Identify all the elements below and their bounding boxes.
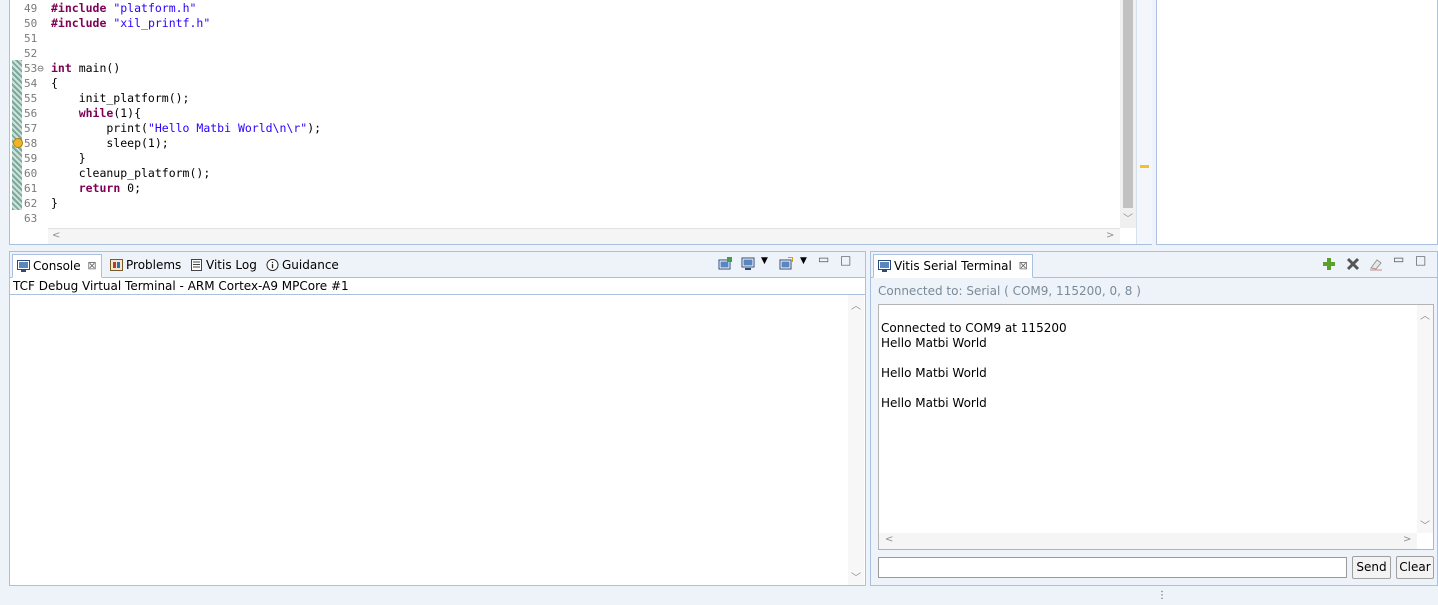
- code-line[interactable]: #include "platform.h": [51, 1, 196, 16]
- sash-grip-icon[interactable]: ⋮: [1157, 590, 1167, 601]
- line-number: 51: [24, 32, 38, 45]
- chevron-down-icon[interactable]: ▼: [761, 256, 768, 266]
- scroll-up-icon[interactable]: ︿: [1420, 307, 1430, 322]
- console-vertical-scrollbar[interactable]: ︿ ﹀: [848, 295, 864, 585]
- tab-label: Vitis Serial Terminal: [894, 259, 1012, 273]
- problems-icon: [110, 259, 123, 271]
- minimize-icon[interactable]: ▭: [1393, 252, 1404, 266]
- tab-vitis-serial-terminal[interactable]: Vitis Serial Terminal ⊠: [873, 254, 1033, 278]
- code-line[interactable]: cleanup_platform();: [51, 166, 211, 181]
- scroll-left-icon[interactable]: <: [885, 534, 893, 545]
- terminal-line: Hello Matbi World: [881, 366, 987, 380]
- code-editor[interactable]: 49 50 51 52 53⊖ 54 55 56 57 58 59 60 61 62 63 #include…: [9, 0, 1152, 245]
- status-bar: ⋮: [0, 590, 1438, 605]
- warning-icon[interactable]: [13, 138, 23, 148]
- overview-ruler[interactable]: [1136, 0, 1152, 244]
- console-panel: Console ⊠ Problems Vitis Log Guidance ▼ …: [9, 251, 866, 586]
- terminal-line: Connected to COM9 at 115200: [881, 321, 1067, 335]
- ide-window: 49 50 51 52 53⊖ 54 55 56 57 58 59 60 61 62 63 #include…: [0, 0, 1438, 605]
- line-number: 52: [24, 47, 38, 60]
- code-line[interactable]: {: [51, 76, 58, 91]
- tab-vitis-log[interactable]: Vitis Log: [186, 254, 257, 278]
- line-number: 49: [24, 2, 38, 15]
- maximize-icon[interactable]: □: [1415, 253, 1426, 267]
- line-number: 54: [24, 77, 38, 90]
- line-number: 63: [24, 212, 38, 225]
- clear-button[interactable]: Clear: [1396, 556, 1434, 579]
- code-line[interactable]: }: [51, 196, 58, 211]
- terminal-icon: [878, 260, 891, 272]
- scrollbar-thumb[interactable]: [1123, 0, 1133, 208]
- code-text-area[interactable]: #include "platform.h" #include "xil_print…: [48, 0, 1120, 228]
- tab-label: Problems: [126, 258, 182, 272]
- editor-gutter: 49 50 51 52 53⊖ 54 55 56 57 58 59 60 61 62 63: [10, 0, 48, 228]
- minimize-icon[interactable]: ▭: [818, 252, 829, 266]
- code-line[interactable]: sleep(1);: [51, 136, 168, 151]
- log-icon: [191, 259, 202, 271]
- divider: [10, 294, 865, 295]
- line-number: 53⊖: [24, 62, 44, 75]
- serial-terminal-panel: Vitis Serial Terminal ⊠ ▭ □ Connected to…: [870, 251, 1438, 586]
- line-number: 55: [24, 92, 38, 105]
- add-port-icon[interactable]: [1322, 257, 1336, 271]
- terminal-line: Hello Matbi World: [881, 336, 987, 350]
- terminal-line: Hello Matbi World: [881, 396, 987, 410]
- new-console-icon[interactable]: [779, 257, 793, 271]
- tab-guidance[interactable]: Guidance: [262, 254, 339, 278]
- code-line[interactable]: init_platform();: [51, 91, 190, 106]
- tab-label: Console: [33, 259, 81, 273]
- console-icon: [17, 260, 30, 272]
- terminal-output[interactable]: Connected to COM9 at 115200 Hello Matbi W…: [878, 304, 1434, 550]
- line-number: 58: [24, 137, 38, 150]
- line-number: 61: [24, 182, 38, 195]
- console-tabbar: Console ⊠ Problems Vitis Log Guidance ▼ …: [10, 252, 865, 278]
- chevron-down-icon[interactable]: ▼: [800, 256, 807, 266]
- line-number: 59: [24, 152, 38, 165]
- editor-horizontal-scrollbar[interactable]: < >: [48, 228, 1120, 244]
- disconnect-icon[interactable]: [1346, 257, 1360, 271]
- terminal-horizontal-scrollbar[interactable]: < >: [879, 533, 1417, 549]
- scroll-right-icon[interactable]: >: [1403, 534, 1411, 545]
- scroll-down-icon[interactable]: ﹀: [851, 569, 861, 584]
- send-button[interactable]: Send: [1352, 556, 1391, 579]
- info-icon: [266, 259, 279, 271]
- editor-vertical-scrollbar[interactable]: ﹀: [1120, 0, 1136, 228]
- code-line[interactable]: #include "xil_printf.h": [51, 16, 210, 31]
- code-line[interactable]: while(1){: [51, 106, 141, 121]
- open-console-icon[interactable]: [718, 257, 732, 271]
- outline-panel: [1156, 0, 1438, 245]
- console-title: TCF Debug Virtual Terminal - ARM Cortex-…: [13, 279, 349, 293]
- tab-label: Guidance: [282, 258, 339, 272]
- tab-console[interactable]: Console ⊠: [12, 254, 102, 278]
- tab-label: Vitis Log: [206, 258, 257, 272]
- line-number: 56: [24, 107, 38, 120]
- scroll-up-icon[interactable]: ︿: [851, 297, 861, 312]
- eraser-icon[interactable]: [1369, 257, 1383, 271]
- scroll-down-icon[interactable]: ﹀: [1123, 210, 1133, 225]
- change-bar: [12, 60, 22, 210]
- display-console-icon[interactable]: [741, 257, 755, 271]
- serial-tabbar: Vitis Serial Terminal ⊠ ▭ □: [871, 252, 1437, 278]
- send-input[interactable]: [878, 557, 1347, 578]
- scroll-down-icon[interactable]: ﹀: [1420, 517, 1430, 532]
- line-number: 57: [24, 122, 38, 135]
- scroll-right-icon[interactable]: >: [1106, 230, 1114, 241]
- scroll-left-icon[interactable]: <: [52, 230, 60, 241]
- warning-ruler-mark[interactable]: [1140, 165, 1149, 168]
- maximize-icon[interactable]: □: [840, 253, 851, 267]
- code-line[interactable]: int main(): [51, 61, 120, 76]
- line-number: 62: [24, 197, 38, 210]
- code-line[interactable]: print("Hello Matbi World\n\r");: [51, 121, 321, 136]
- code-line[interactable]: return 0;: [51, 181, 141, 196]
- line-number: 50: [24, 17, 38, 30]
- terminal-vertical-scrollbar[interactable]: ︿ ﹀: [1417, 305, 1433, 533]
- code-line[interactable]: }: [51, 151, 86, 166]
- line-number: 60: [24, 167, 38, 180]
- connection-status: Connected to: Serial ( COM9, 115200, 0, …: [878, 284, 1141, 298]
- close-icon[interactable]: ⊠: [87, 255, 96, 277]
- close-icon[interactable]: ⊠: [1019, 255, 1028, 277]
- tab-problems[interactable]: Problems: [106, 254, 181, 278]
